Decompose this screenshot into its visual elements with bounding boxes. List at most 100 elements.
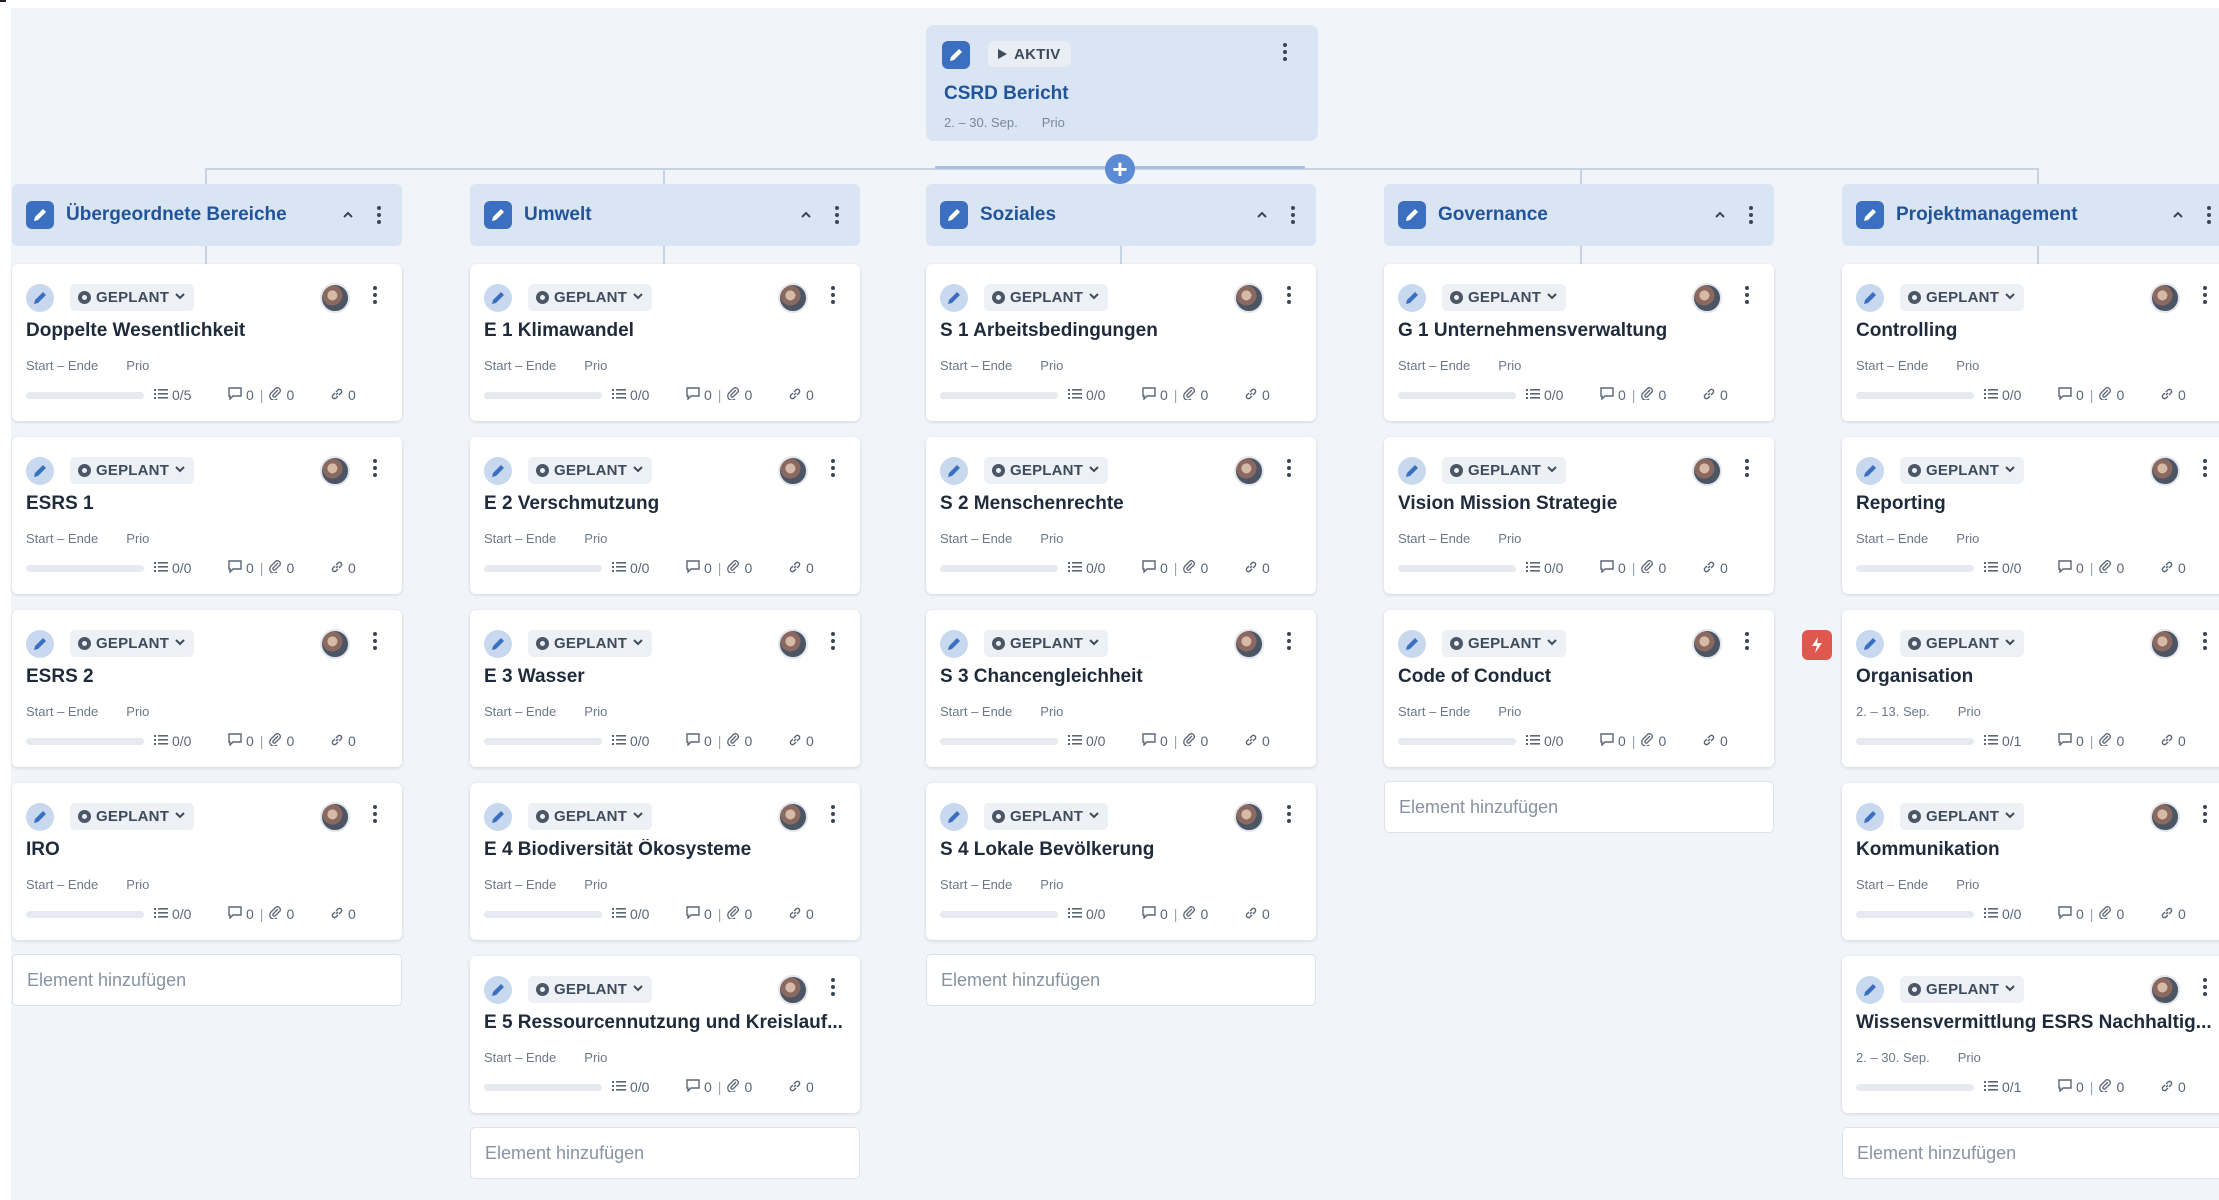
chevron-up-icon[interactable] — [336, 203, 360, 227]
column-title[interactable]: Soziales — [980, 204, 1250, 226]
task-title[interactable]: Kommunikation — [1856, 839, 2000, 861]
task-edit-button[interactable] — [940, 630, 968, 658]
task-title[interactable]: S 2 Menschenrechte — [940, 493, 1124, 515]
task-more-menu-icon[interactable] — [1284, 632, 1294, 650]
assignee-avatar[interactable] — [1234, 456, 1264, 486]
task-dates[interactable]: Start – Ende — [26, 358, 98, 373]
task-edit-button[interactable] — [1856, 803, 1884, 831]
subtasks-count[interactable]: 0/0 — [612, 387, 686, 403]
task-edit-button[interactable] — [1398, 284, 1426, 312]
task-dates[interactable]: Start – Ende — [26, 704, 98, 719]
task-card[interactable]: GEPLANT E 2 Verschmutzung Start – Ende Prio… — [470, 437, 860, 594]
subtasks-count[interactable]: 0/0 — [154, 733, 228, 749]
status-dropdown[interactable]: GEPLANT — [528, 457, 653, 484]
task-more-menu-icon[interactable] — [828, 459, 838, 477]
subtasks-count[interactable]: 0/0 — [1526, 560, 1600, 576]
task-card[interactable]: GEPLANT Doppelte Wesentlichkeit Start – En… — [12, 264, 402, 421]
subtasks-count[interactable]: 0/1 — [1984, 733, 2058, 749]
add-element-input[interactable]: Element hinzufügen — [1384, 781, 1774, 833]
task-dates[interactable]: Start – Ende — [1856, 877, 1928, 892]
task-prio[interactable]: Prio — [1498, 531, 1521, 546]
status-dropdown[interactable]: GEPLANT — [528, 630, 653, 657]
subtasks-count[interactable]: 0/1 — [1984, 1079, 2058, 1095]
subtasks-count[interactable]: 0/5 — [154, 387, 228, 403]
add-branch-button[interactable]: + — [1105, 154, 1135, 184]
task-edit-button[interactable] — [26, 630, 54, 658]
status-dropdown[interactable]: GEPLANT — [528, 803, 653, 830]
task-edit-button[interactable] — [484, 803, 512, 831]
status-dropdown[interactable]: GEPLANT — [70, 803, 195, 830]
chevron-up-icon[interactable] — [1708, 203, 1732, 227]
subtasks-count[interactable]: 0/0 — [1068, 560, 1142, 576]
task-card[interactable]: GEPLANT Vision Mission Strategie Start – E… — [1384, 437, 1774, 594]
task-edit-button[interactable] — [1856, 976, 1884, 1004]
task-prio[interactable]: Prio — [584, 1050, 607, 1065]
task-dates[interactable]: Start – Ende — [484, 531, 556, 546]
task-card[interactable]: GEPLANT IRO Start – Ende Prio 0/0 0 | 0 0 — [12, 783, 402, 940]
comments-attachments[interactable]: 0 | 0 — [1142, 387, 1244, 403]
task-more-menu-icon[interactable] — [1284, 459, 1294, 477]
task-more-menu-icon[interactable] — [828, 978, 838, 996]
subtasks-count[interactable]: 0/0 — [1984, 560, 2058, 576]
task-title[interactable]: Organisation — [1856, 666, 1973, 688]
task-card[interactable]: GEPLANT E 5 Ressourcennutzung und Kreisla… — [470, 956, 860, 1113]
assignee-avatar[interactable] — [2150, 629, 2180, 659]
task-prio[interactable]: Prio — [584, 704, 607, 719]
column-more-menu-icon[interactable] — [1746, 206, 1756, 224]
comments-attachments[interactable]: 0 | 0 — [2058, 1079, 2160, 1095]
task-title[interactable]: E 3 Wasser — [484, 666, 585, 688]
links-count[interactable]: 0 — [330, 733, 356, 750]
status-dropdown[interactable]: GEPLANT — [1900, 457, 2025, 484]
task-edit-button[interactable] — [1398, 630, 1426, 658]
task-dates[interactable]: Start – Ende — [1398, 531, 1470, 546]
links-count[interactable]: 0 — [788, 733, 814, 750]
assignee-avatar[interactable] — [2150, 975, 2180, 1005]
task-more-menu-icon[interactable] — [2200, 632, 2210, 650]
comments-attachments[interactable]: 0 | 0 — [686, 560, 788, 576]
task-card[interactable]: GEPLANT S 2 Menschenrechte Start – Ende Pri… — [926, 437, 1316, 594]
task-title[interactable]: ESRS 2 — [26, 666, 94, 688]
task-title[interactable]: S 3 Chancengleichheit — [940, 666, 1143, 688]
links-count[interactable]: 0 — [330, 387, 356, 404]
task-dates[interactable]: Start – Ende — [1856, 358, 1928, 373]
links-count[interactable]: 0 — [788, 1079, 814, 1096]
task-edit-button[interactable] — [26, 284, 54, 312]
assignee-avatar[interactable] — [778, 456, 808, 486]
task-edit-button[interactable] — [26, 803, 54, 831]
task-dates[interactable]: Start – Ende — [940, 704, 1012, 719]
assignee-avatar[interactable] — [2150, 802, 2180, 832]
task-title[interactable]: S 4 Lokale Bevölkerung — [940, 839, 1154, 861]
task-prio[interactable]: Prio — [584, 358, 607, 373]
task-more-menu-icon[interactable] — [1284, 805, 1294, 823]
status-dropdown[interactable]: GEPLANT — [528, 976, 653, 1003]
root-dates[interactable]: 2. – 30. Sep. — [944, 115, 1018, 130]
comments-attachments[interactable]: 0 | 0 — [1142, 733, 1244, 749]
task-dates[interactable]: Start – Ende — [26, 531, 98, 546]
status-dropdown[interactable]: GEPLANT — [1442, 457, 1567, 484]
task-more-menu-icon[interactable] — [1742, 286, 1752, 304]
task-card[interactable]: GEPLANT S 1 Arbeitsbedingungen Start – End… — [926, 264, 1316, 421]
assignee-avatar[interactable] — [1692, 456, 1722, 486]
task-prio[interactable]: Prio — [126, 531, 149, 546]
flash-icon[interactable] — [1802, 630, 1832, 660]
task-title[interactable]: Wissensvermittlung ESRS Nachhaltig... — [1856, 1012, 2212, 1034]
add-element-input[interactable]: Element hinzufügen — [1842, 1127, 2219, 1179]
subtasks-count[interactable]: 0/0 — [154, 906, 228, 922]
task-dates[interactable]: Start – Ende — [940, 531, 1012, 546]
subtasks-count[interactable]: 0/0 — [612, 1079, 686, 1095]
links-count[interactable]: 0 — [2160, 387, 2186, 404]
task-dates[interactable]: Start – Ende — [484, 704, 556, 719]
task-more-menu-icon[interactable] — [828, 632, 838, 650]
task-prio[interactable]: Prio — [1498, 704, 1521, 719]
task-prio[interactable]: Prio — [584, 531, 607, 546]
subtasks-count[interactable]: 0/0 — [1068, 387, 1142, 403]
root-status-badge[interactable]: AKTIV — [988, 41, 1071, 67]
column-title[interactable]: Übergeordnete Bereiche — [66, 204, 336, 226]
task-dates[interactable]: Start – Ende — [26, 877, 98, 892]
task-card[interactable]: GEPLANT S 4 Lokale Bevölkerung Start – End… — [926, 783, 1316, 940]
task-prio[interactable]: Prio — [126, 704, 149, 719]
assignee-avatar[interactable] — [778, 975, 808, 1005]
subtasks-count[interactable]: 0/0 — [1984, 906, 2058, 922]
task-title[interactable]: Code of Conduct — [1398, 666, 1551, 688]
subtasks-count[interactable]: 0/0 — [1526, 733, 1600, 749]
